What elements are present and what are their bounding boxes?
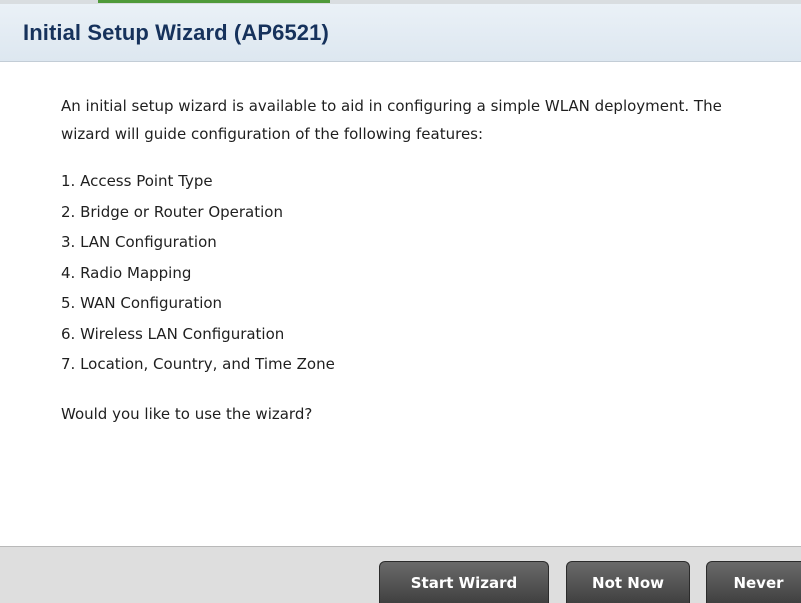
dialog-header: Initial Setup Wizard (AP6521): [0, 4, 801, 62]
dialog-content: An initial setup wizard is available to …: [61, 92, 781, 428]
not-now-button[interactable]: Not Now: [566, 561, 690, 603]
feature-item: 1. Access Point Type: [61, 172, 213, 190]
start-wizard-button[interactable]: Start Wizard: [379, 561, 549, 603]
setup-wizard-dialog: Initial Setup Wizard (AP6521) An initial…: [0, 0, 801, 603]
feature-list: 1. Access Point Type 2. Bridge or Router…: [61, 166, 781, 380]
dialog-footer: Start Wizard Not Now Never: [0, 546, 801, 603]
never-button[interactable]: Never: [706, 561, 801, 603]
feature-item: 5. WAN Configuration: [61, 294, 223, 312]
feature-item: 4. Radio Mapping: [61, 263, 192, 282]
top-accent-bar: [98, 0, 330, 3]
feature-item: 3. LAN Configuration: [61, 233, 217, 251]
feature-item: 7. Location, Country, and Time Zone: [61, 355, 335, 373]
intro-text: An initial setup wizard is available to …: [61, 97, 722, 143]
feature-item: 6. Wireless LAN Configuration: [61, 324, 285, 343]
dialog-title: Initial Setup Wizard (AP6521): [23, 20, 329, 45]
feature-item: 2. Bridge or Router Operation: [61, 202, 283, 221]
wizard-question: Would you like to use the wizard?: [61, 404, 313, 423]
